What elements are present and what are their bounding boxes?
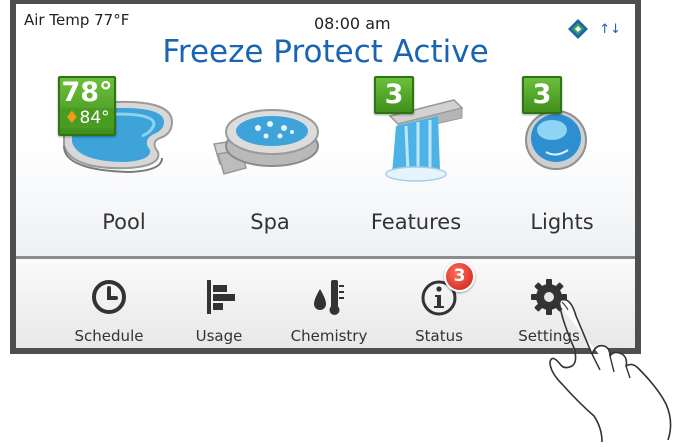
pool-light-icon: [525, 110, 587, 170]
features-count-badge: 3: [374, 76, 414, 114]
waterfall-icon: [385, 99, 464, 182]
nav-label-schedule: Schedule: [74, 327, 144, 345]
flame-icon: ♦: [64, 108, 80, 128]
tile-spa[interactable]: Spa: [200, 74, 340, 234]
pool-temp: 78°: [61, 77, 113, 108]
pool-temp-badge: 78° ♦84°: [58, 76, 116, 136]
tile-label-spa: Spa: [250, 210, 290, 234]
logo-diamond-icon: [568, 19, 589, 39]
tile-label-lights: Lights: [530, 210, 594, 234]
chemistry-icon: [314, 280, 344, 315]
status-icons: ↑↓: [567, 18, 621, 40]
status-alert-badge: 3: [444, 261, 475, 292]
page-title: Freeze Protect Active: [162, 34, 489, 70]
home-panel: Air Temp 77°F 08:00 am Freeze Protect Ac…: [16, 4, 635, 256]
nav-label-status: Status: [415, 327, 463, 345]
tile-label-features: Features: [370, 210, 462, 234]
nav-status[interactable]: 3 Status: [394, 259, 484, 348]
up-down-arrows-icon: ↑↓: [599, 21, 621, 37]
tile-features[interactable]: 3 Features: [346, 74, 486, 234]
pool-heat-temp: 84°: [79, 108, 110, 128]
nav-schedule[interactable]: Schedule: [64, 259, 154, 348]
nav-label-usage: Usage: [195, 327, 243, 345]
air-temp-readout: Air Temp 77°F: [24, 11, 130, 29]
tile-lights[interactable]: 3 Lights: [492, 74, 632, 234]
clock-readout: 08:00 am: [314, 14, 391, 33]
lights-count-badge: 3: [522, 76, 562, 114]
nav-chemistry[interactable]: Chemistry: [284, 259, 374, 348]
tile-label-pool: Pool: [102, 210, 146, 234]
nav-label-chemistry: Chemistry: [290, 327, 368, 345]
bottom-nav: Schedule Usage Chemistry 3 Status Settin…: [16, 259, 635, 348]
clock-icon: [92, 280, 126, 314]
tile-pool[interactable]: 78° ♦84° Pool: [54, 74, 194, 234]
pool-heat-setpoint: ♦84°: [60, 108, 114, 128]
pointing-hand-icon: [549, 298, 672, 442]
usage-bars-icon: [207, 280, 235, 314]
spa-icon: [213, 109, 319, 175]
nav-usage[interactable]: Usage: [174, 259, 264, 348]
control-screen: Air Temp 77°F 08:00 am Freeze Protect Ac…: [10, 0, 641, 354]
